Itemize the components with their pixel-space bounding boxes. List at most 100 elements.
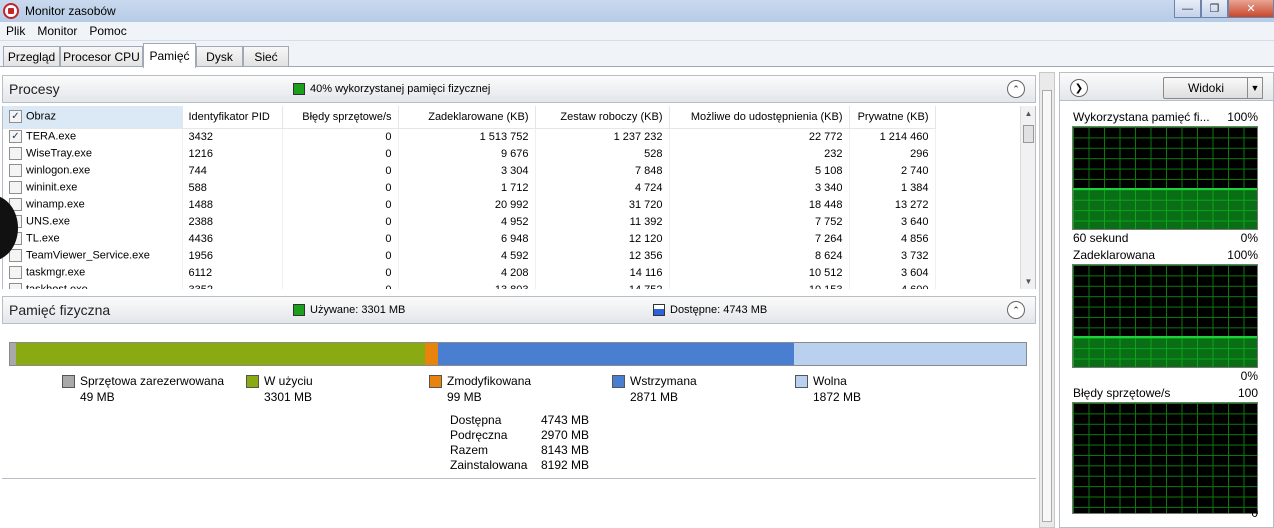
process-name: TeamViewer_Service.exe [3, 247, 183, 264]
graph1-min: 0% [1240, 231, 1258, 245]
process-name: wininit.exe [3, 179, 183, 196]
processes-scrollbar[interactable]: ▲ ▼ [1020, 106, 1035, 289]
menu-monitor[interactable]: Monitor [31, 24, 83, 38]
process-hard-faults: 0 [282, 196, 399, 213]
side-scrollbar[interactable] [1039, 72, 1055, 528]
memory-bar-segment [16, 343, 426, 365]
process-name: WiseTray.exe [3, 145, 183, 162]
process-hard-faults: 0 [282, 281, 399, 289]
maximize-button[interactable]: ❐ [1201, 0, 1228, 18]
process-hard-faults: 0 [282, 179, 399, 196]
process-shareable: 22 772 [669, 128, 850, 145]
available-memory-text: Dostępne: 4743 MB [670, 304, 768, 316]
process-checkbox[interactable] [9, 181, 22, 194]
table-row[interactable]: taskhost.exe3352013 80314 75210 1534 600 [3, 281, 936, 289]
process-private: 3 732 [849, 247, 936, 264]
process-pid: 2388 [182, 213, 283, 230]
used-memory-text: Używane: 3301 MB [310, 304, 406, 316]
process-commit: 3 304 [398, 162, 536, 179]
menu-plik[interactable]: Plik [0, 24, 31, 38]
scrollbar-thumb[interactable] [1023, 125, 1034, 143]
close-button[interactable]: ✕ [1228, 0, 1274, 18]
tab-overview[interactable]: Przegląd [3, 46, 60, 67]
stat-available: Dostępna 4743 MB [450, 413, 590, 427]
table-row[interactable]: winlogon.exe 744 0 3 304 7 848 5 108 2 740 [3, 162, 936, 179]
physical-memory-header[interactable]: Pamięć fizyczna Używane: 3301 MB Dostępn… [2, 296, 1036, 324]
process-checkbox[interactable] [9, 266, 22, 279]
free-swatch [795, 374, 808, 388]
scroll-down-icon[interactable]: ▼ [1021, 274, 1035, 289]
side-scrollbar-thumb[interactable] [1042, 90, 1052, 522]
hardware-reserved-swatch [62, 374, 75, 388]
legend-modified: Zmodyfikowana 99 MB [429, 374, 531, 404]
graph2-header: Zadeklarowana 100% [1073, 248, 1258, 262]
tab-memory[interactable]: Pamięć [143, 43, 196, 68]
processes-title: Procesy [9, 81, 60, 97]
process-hard-faults: 0 [282, 247, 399, 264]
column-header-private[interactable]: Prywatne (KB) [849, 106, 936, 129]
process-private: 4 600 [849, 281, 936, 289]
menu-pomoc[interactable]: Pomoc [83, 24, 132, 38]
graph3-title: Błędy sprzętowe/s [1073, 386, 1171, 400]
table-row[interactable]: winamp.exe 1488 0 20 992 31 720 18 448 13 272 [3, 196, 936, 213]
table-row[interactable]: TL.exe 4436 0 6 948 12 120 7 264 4 856 [3, 230, 936, 247]
minimize-button[interactable]: — [1174, 0, 1201, 18]
column-header-image[interactable]: ✓ Obraz [3, 106, 183, 129]
process-hard-faults: 0 [282, 230, 399, 247]
memory-usage-text: 40% wykorzystanej pamięci fizycznej [310, 83, 491, 95]
table-row[interactable]: TeamViewer_Service.exe 1956 0 4 592 12 356 8 … [3, 247, 936, 264]
column-header-commit[interactable]: Zadeklarowane (KB) [398, 106, 536, 129]
standby-value: 2871 MB [630, 390, 679, 404]
table-row[interactable]: taskmgr.exe 6112 0 4 208 14 116 10 512 3 604 [3, 264, 936, 281]
processes-table: ✓ Obraz Identyfikator PID Błędy sprzętowe… [2, 106, 1036, 289]
collapse-processes-icon[interactable]: ⌃ [1007, 80, 1025, 98]
process-checkbox[interactable] [9, 164, 22, 177]
column-header-shareable[interactable]: Możliwe do udostępnienia (KB) [669, 106, 850, 129]
graph3-max: 100 [1237, 386, 1258, 400]
graph2-min: 0% [1240, 369, 1258, 383]
collapse-physical-memory-icon[interactable]: ⌃ [1007, 301, 1025, 319]
tab-bar: Przegląd Procesor CPU Pamięć Dysk Sieć [0, 41, 1274, 68]
process-working-set: 4 724 [535, 179, 670, 196]
graph1-title: Wykorzystana pamięć fi... [1073, 110, 1210, 124]
process-checkbox[interactable] [9, 249, 22, 262]
column-header-pid[interactable]: Identyfikator PID [182, 106, 283, 129]
process-pid: 3432 [182, 128, 283, 145]
process-private: 2 740 [849, 162, 936, 179]
tab-network[interactable]: Sieć [243, 46, 289, 67]
views-button[interactable]: Widoki [1163, 77, 1249, 99]
modified-value: 99 MB [447, 390, 482, 404]
process-working-set: 1 237 232 [535, 128, 670, 145]
process-working-set: 12 356 [535, 247, 670, 264]
table-row[interactable]: UNS.exe 2388 0 4 952 11 392 7 752 3 640 [3, 213, 936, 230]
processes-header[interactable]: Procesy 40% wykorzystanej pamięci fizycz… [2, 75, 1036, 103]
select-all-checkbox[interactable]: ✓ [9, 110, 22, 124]
graph1-max: 100% [1227, 110, 1258, 124]
table-row[interactable]: WiseTray.exe 1216 0 9 676 528 232 296 [3, 145, 936, 162]
section-border [2, 478, 1036, 479]
process-commit: 13 803 [398, 281, 536, 289]
scroll-up-icon[interactable]: ▲ [1021, 106, 1035, 121]
column-header-hard-faults[interactable]: Błędy sprzętowe/s [282, 106, 399, 129]
table-row[interactable]: wininit.exe 588 0 1 712 4 724 3 340 1 384 [3, 179, 936, 196]
process-checkbox[interactable] [9, 147, 22, 160]
process-hard-faults: 0 [282, 162, 399, 179]
physical-memory-title: Pamięć fizyczna [9, 302, 111, 318]
graph2-title: Zadeklarowana [1073, 248, 1156, 262]
column-header-working-set[interactable]: Zestaw roboczy (KB) [535, 106, 670, 129]
process-shareable: 18 448 [669, 196, 850, 213]
tab-cpu[interactable]: Procesor CPU [60, 46, 143, 67]
table-row[interactable]: ✓ TERA.exe 3432 0 1 513 752 1 237 232 22 772 1 … [3, 128, 936, 145]
memory-usage-note: 40% wykorzystanej pamięci fizycznej [293, 83, 490, 95]
views-dropdown-icon[interactable]: ▼ [1247, 77, 1263, 99]
chevron-right-icon[interactable]: ❯ [1070, 79, 1088, 97]
window-controls: — ❐ ✕ [1174, 0, 1274, 18]
process-checkbox[interactable] [9, 283, 22, 289]
process-commit: 4 208 [398, 264, 536, 281]
process-pid: 6112 [182, 264, 283, 281]
process-checkbox[interactable]: ✓ [9, 130, 22, 144]
tab-disk[interactable]: Dysk [196, 46, 243, 67]
process-working-set: 11 392 [535, 213, 670, 230]
table-header-row: ✓ Obraz Identyfikator PID Błędy sprzętowe… [3, 106, 936, 129]
available-legend-square [653, 304, 665, 316]
